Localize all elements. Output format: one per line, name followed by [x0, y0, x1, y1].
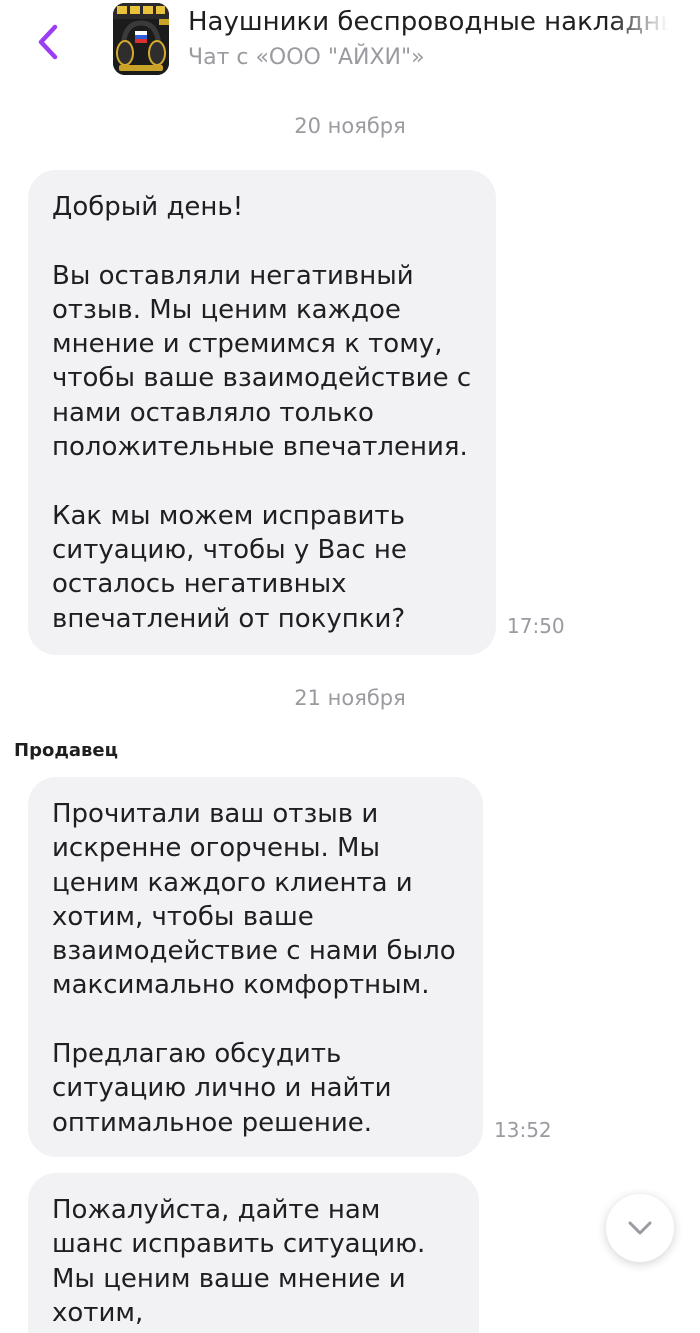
chevron-left-icon	[38, 24, 58, 60]
date-separator: 20 ноября	[294, 114, 406, 138]
sender-label: Продавец	[14, 740, 118, 761]
message-bubble: Пожалуйста, дайте нам шанс исправить сит…	[28, 1173, 479, 1333]
chat-product-title[interactable]: Наушники беспроводные накладные	[188, 4, 668, 40]
chevron-down-icon	[628, 1221, 652, 1235]
date-separator: 21 ноября	[294, 686, 406, 710]
message-time: 17:50	[507, 614, 565, 638]
chat-header: Наушники беспроводные накладные Чат с «О…	[0, 0, 700, 86]
scroll-to-bottom-button[interactable]	[606, 1194, 674, 1262]
product-thumbnail[interactable]	[113, 3, 169, 75]
chat-seller-subtitle: Чат с «ООО "АЙХИ"»	[188, 45, 425, 70]
message-bubble: Прочитали ваш отзыв и искренне огорчены.…	[28, 777, 483, 1157]
headphones-product-image	[113, 3, 169, 75]
back-button[interactable]	[28, 22, 68, 62]
message-bubble: Добрый день! Вы оставляли негативный отз…	[28, 170, 496, 655]
message-time: 13:52	[494, 1118, 552, 1142]
